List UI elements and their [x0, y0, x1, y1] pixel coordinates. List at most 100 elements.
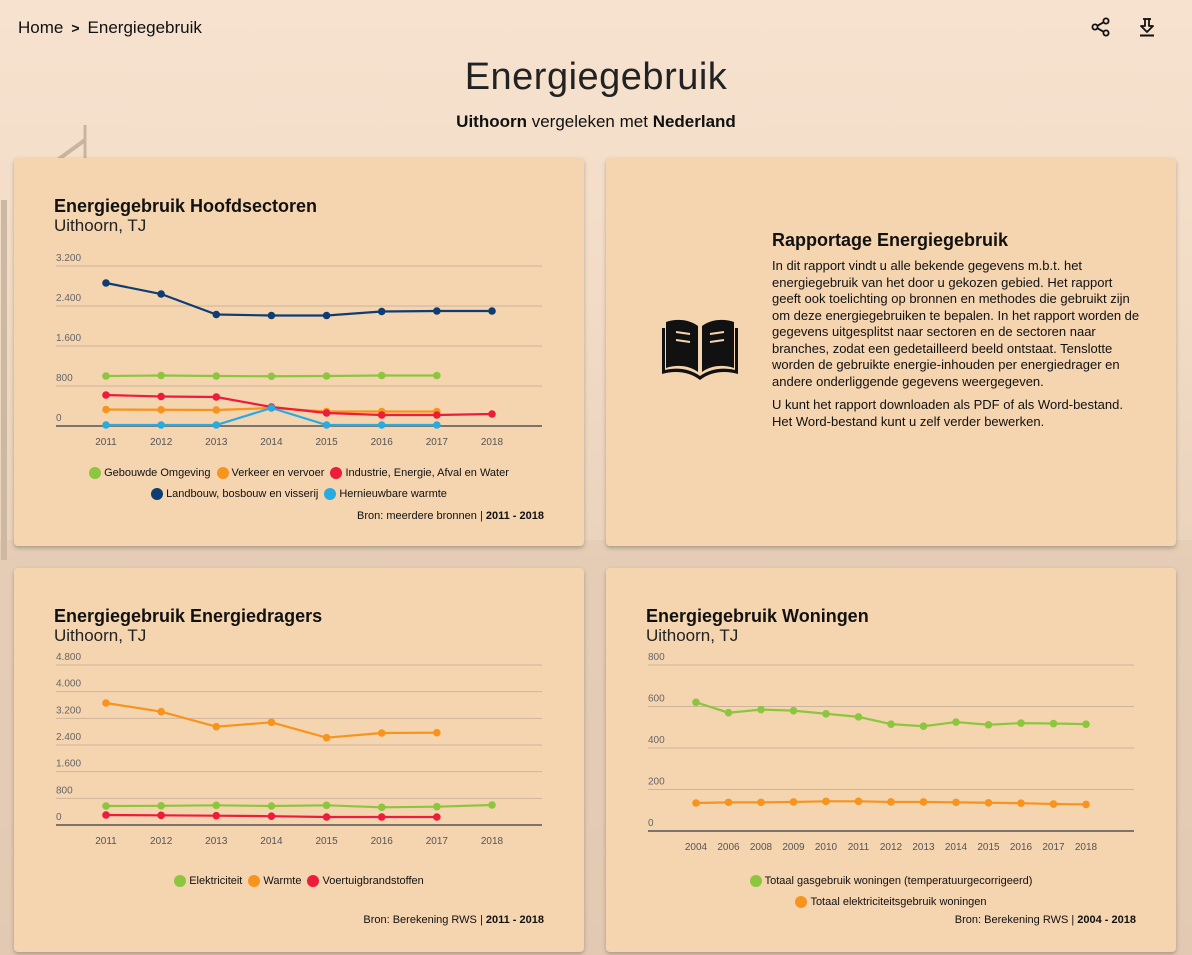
data-point[interactable] [157, 405, 165, 414]
data-point[interactable] [102, 372, 110, 380]
data-point[interactable] [984, 798, 993, 807]
data-point[interactable] [789, 706, 798, 715]
data-point[interactable] [854, 713, 863, 721]
legend-item[interactable]: Voertuigbrandstoffen [307, 872, 424, 890]
legend-item[interactable]: Warmte [248, 872, 301, 890]
data-point[interactable] [157, 290, 165, 298]
data-point[interactable] [102, 811, 110, 819]
data-point[interactable] [322, 813, 331, 821]
data-point[interactable] [854, 797, 863, 806]
data-point[interactable] [488, 410, 496, 418]
data-point[interactable] [322, 801, 331, 810]
data-point[interactable] [102, 699, 110, 707]
data-point[interactable] [212, 310, 221, 319]
data-point[interactable] [433, 411, 441, 419]
legend-item[interactable]: Totaal gasgebruik woningen (temperatuurg… [749, 872, 1032, 890]
data-point[interactable] [488, 307, 496, 315]
data-point[interactable] [724, 708, 733, 717]
x-tick-label: 2017 [1042, 842, 1065, 853]
legend-item[interactable]: Industrie, Energie, Afval en Water [330, 464, 509, 482]
data-point[interactable] [212, 372, 221, 380]
data-point[interactable] [267, 718, 276, 727]
data-point[interactable] [377, 803, 386, 812]
data-point[interactable] [377, 411, 386, 419]
subtitle-place: Uithoorn [456, 112, 527, 131]
data-point[interactable] [267, 404, 276, 412]
download-icon[interactable] [1136, 16, 1158, 38]
data-point[interactable] [377, 421, 386, 429]
data-point[interactable] [919, 798, 928, 806]
data-point[interactable] [157, 421, 165, 429]
legend-item[interactable]: Hernieuwbare warmte [324, 485, 447, 503]
data-point[interactable] [322, 372, 331, 380]
legend-item[interactable]: Elektriciteit [174, 872, 242, 890]
data-point[interactable] [433, 371, 441, 380]
legend-item[interactable]: Gebouwde Omgeving [89, 464, 211, 482]
data-point[interactable] [919, 722, 928, 731]
data-point[interactable] [1049, 800, 1058, 808]
data-point[interactable] [1082, 800, 1090, 809]
data-point[interactable] [102, 802, 110, 810]
data-point[interactable] [322, 733, 331, 742]
data-point[interactable] [724, 798, 733, 807]
data-point[interactable] [433, 802, 441, 811]
data-point[interactable] [322, 421, 331, 429]
data-point[interactable] [692, 799, 700, 807]
data-point[interactable] [267, 812, 276, 820]
data-point[interactable] [377, 729, 386, 737]
x-tick-label: 2009 [782, 842, 805, 853]
data-point[interactable] [1017, 799, 1025, 807]
data-point[interactable] [157, 371, 165, 380]
data-point[interactable] [212, 421, 221, 429]
data-point[interactable] [887, 720, 895, 728]
data-point[interactable] [433, 307, 441, 315]
data-point[interactable] [377, 813, 386, 821]
data-point[interactable] [212, 811, 221, 820]
breadcrumb-home[interactable]: Home [18, 18, 63, 38]
data-point[interactable] [157, 707, 165, 716]
data-point[interactable] [822, 797, 830, 806]
data-point[interactable] [692, 698, 700, 707]
data-point[interactable] [267, 311, 276, 320]
data-point[interactable] [212, 801, 221, 810]
data-point[interactable] [488, 801, 496, 809]
data-point[interactable] [102, 405, 110, 414]
card-rapportage[interactable]: Rapportage Energiegebruik In dit rapport… [606, 158, 1176, 546]
breadcrumb-current: Energiegebruik [87, 18, 202, 37]
data-point[interactable] [267, 372, 276, 381]
legend-item[interactable]: Landbouw, bosbouw en visserij [151, 485, 318, 503]
legend-item[interactable]: Totaal elektriciteitsgebruik woningen [795, 893, 987, 911]
data-point[interactable] [433, 728, 441, 737]
data-point[interactable] [952, 718, 960, 726]
data-point[interactable] [757, 705, 765, 714]
data-point[interactable] [322, 311, 331, 320]
book-open-icon[interactable] [662, 314, 738, 387]
data-point[interactable] [212, 406, 221, 414]
data-point[interactable] [757, 798, 765, 807]
data-point[interactable] [157, 802, 165, 810]
data-point[interactable] [952, 798, 960, 807]
data-point[interactable] [984, 720, 993, 729]
data-point[interactable] [102, 279, 110, 287]
data-point[interactable] [822, 709, 830, 718]
data-point[interactable] [1082, 720, 1090, 728]
legend-item[interactable]: Verkeer en vervoer [216, 464, 324, 482]
data-point[interactable] [157, 811, 165, 820]
data-point[interactable] [1017, 719, 1025, 727]
data-point[interactable] [322, 409, 331, 417]
data-point[interactable] [433, 813, 441, 821]
data-point[interactable] [157, 392, 165, 401]
legend-dot-icon [174, 875, 187, 887]
data-point[interactable] [887, 798, 895, 806]
share-icon[interactable] [1090, 16, 1112, 38]
data-point[interactable] [212, 393, 221, 401]
data-point[interactable] [433, 421, 441, 429]
data-point[interactable] [267, 802, 276, 810]
data-point[interactable] [789, 798, 798, 806]
data-point[interactable] [1049, 719, 1058, 728]
data-point[interactable] [377, 307, 386, 316]
data-point[interactable] [102, 421, 110, 429]
data-point[interactable] [212, 722, 221, 731]
data-point[interactable] [102, 391, 110, 399]
data-point[interactable] [377, 371, 386, 380]
